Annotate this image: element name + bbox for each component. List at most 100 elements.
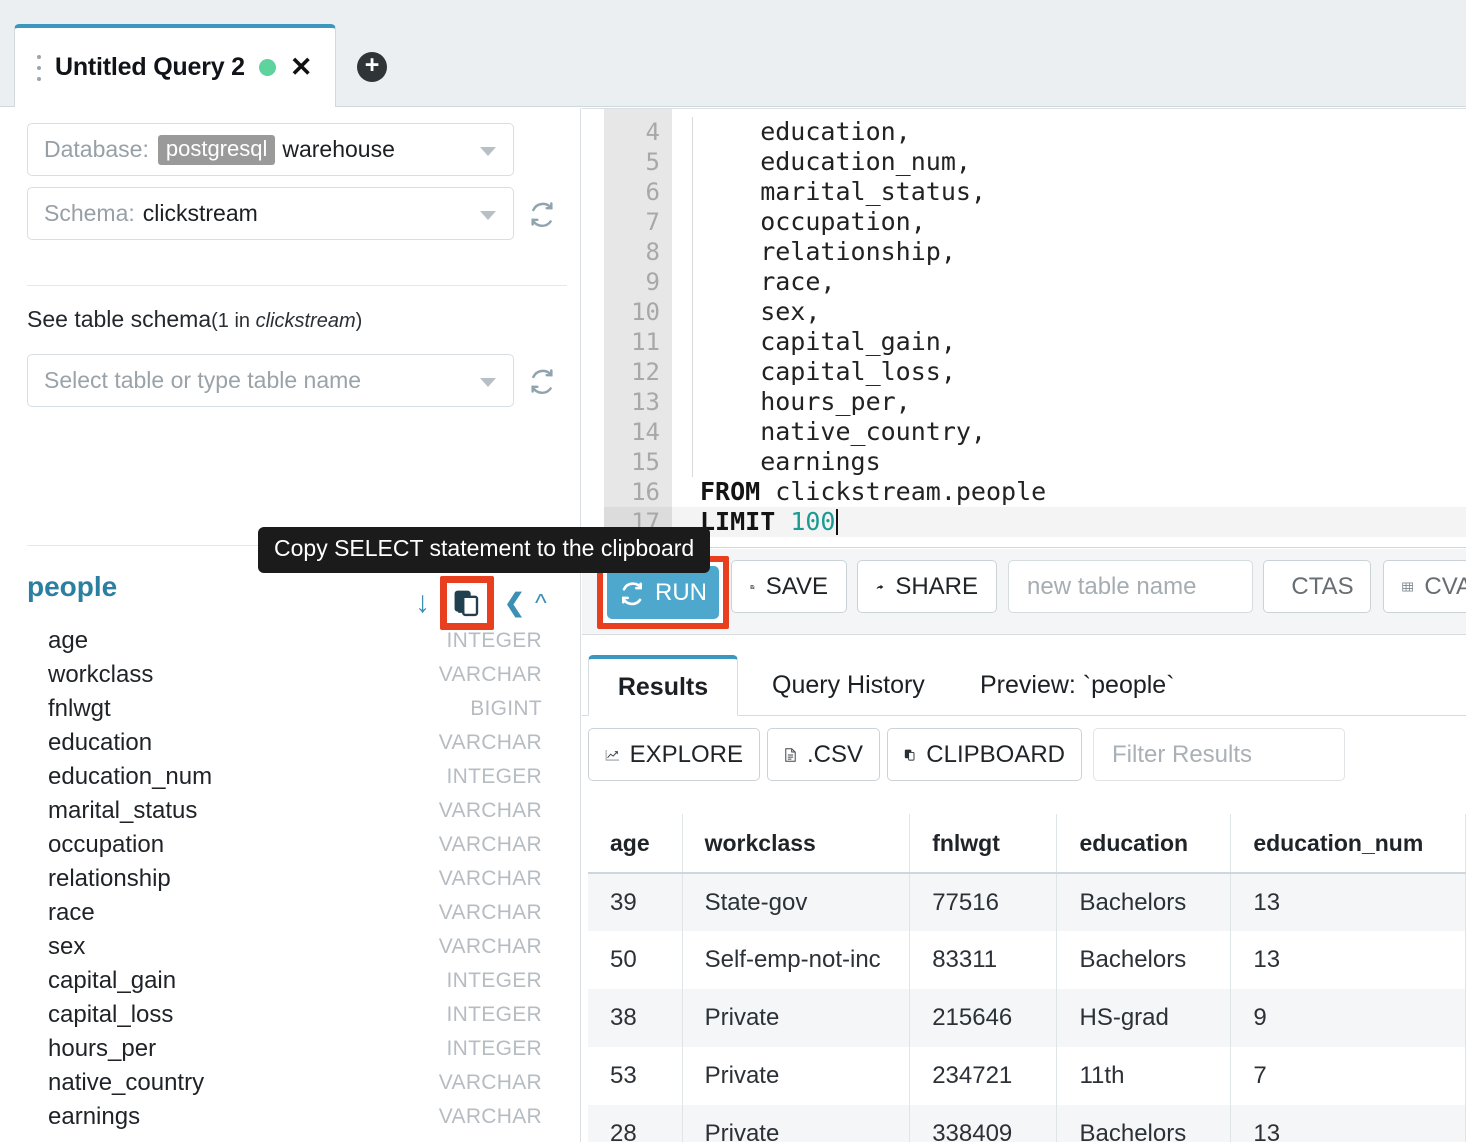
- see-table-schema-label: See table schema(1 in clickstream): [27, 306, 362, 333]
- editor-line[interactable]: 6 marital_status,: [604, 177, 1466, 207]
- filter-results-input[interactable]: Filter Results: [1093, 728, 1345, 781]
- column-header[interactable]: education_num: [1231, 814, 1466, 873]
- table-cell: Bachelors: [1057, 931, 1231, 989]
- column-row[interactable]: sexVARCHAR: [0, 930, 581, 964]
- filter-results-placeholder: Filter Results: [1112, 741, 1252, 769]
- sql-keyword: FROM: [700, 477, 760, 506]
- editor-line[interactable]: 12 capital_loss,: [604, 357, 1466, 387]
- share-button[interactable]: SHARE: [857, 560, 997, 613]
- tab-preview-people[interactable]: Preview: `people`: [960, 655, 1195, 716]
- line-number: 13: [604, 387, 672, 417]
- column-name: capital_gain: [48, 967, 176, 995]
- indent-guide: [692, 327, 693, 357]
- editor-lines[interactable]: 4 education,5 education_num,6 marital_st…: [604, 117, 1466, 537]
- table-row[interactable]: 53Private23472111th7: [588, 1047, 1466, 1105]
- clipboard-copy-button[interactable]: CLIPBOARD: [887, 728, 1082, 781]
- explore-button[interactable]: EXPLORE: [588, 728, 760, 781]
- column-type: BIGINT: [470, 697, 542, 721]
- table-row[interactable]: 38Private215646HS-grad9: [588, 989, 1466, 1047]
- close-icon[interactable]: ✕: [290, 54, 313, 81]
- column-row[interactable]: education_numINTEGER: [0, 760, 581, 794]
- column-header[interactable]: workclass: [682, 814, 910, 873]
- ctas-button[interactable]: CTAS: [1263, 560, 1371, 613]
- column-row[interactable]: ageINTEGER: [0, 624, 581, 658]
- new-table-name-input[interactable]: new table name: [1008, 560, 1253, 613]
- table-row[interactable]: 28Private338409Bachelors13: [588, 1105, 1466, 1142]
- table-header-row: ageworkclassfnlwgteducationeducation_num: [588, 814, 1466, 873]
- drag-handle-icon[interactable]: [37, 55, 43, 81]
- column-row[interactable]: marital_status VARCHAR: [0, 794, 581, 828]
- table-actions: ↓ ❮ ^: [415, 576, 547, 630]
- column-header[interactable]: age: [588, 814, 682, 873]
- results-toolbar: EXPLORE .CSV CLIPBOARD Filter Results: [582, 728, 1466, 786]
- editor-line[interactable]: 13 hours_per,: [604, 387, 1466, 417]
- column-type: VARCHAR: [439, 663, 542, 687]
- editor-line[interactable]: 8 relationship,: [604, 237, 1466, 267]
- editor-line[interactable]: 10 sex,: [604, 297, 1466, 327]
- tab-results[interactable]: Results: [588, 655, 738, 716]
- column-type: VARCHAR: [439, 731, 542, 755]
- column-row[interactable]: educationVARCHAR: [0, 726, 581, 760]
- see-table-schema-text: See table schema: [27, 306, 211, 332]
- chevron-left-icon[interactable]: ❮: [504, 591, 525, 616]
- line-code: occupation,: [700, 207, 926, 237]
- run-button-label: RUN: [655, 579, 707, 607]
- column-header[interactable]: fnlwgt: [910, 814, 1057, 873]
- results-grid[interactable]: ageworkclassfnlwgteducationeducation_num…: [588, 814, 1466, 1142]
- column-type: INTEGER: [447, 1037, 542, 1061]
- column-row[interactable]: capital_gainINTEGER: [0, 964, 581, 998]
- indent-guide: [692, 147, 693, 177]
- sql-editor[interactable]: 4 education,5 education_num,6 marital_st…: [582, 108, 1466, 548]
- editor-line[interactable]: 5 education_num,: [604, 147, 1466, 177]
- line-code: LIMIT 100: [700, 507, 838, 537]
- column-row[interactable]: relationshipVARCHAR: [0, 862, 581, 896]
- column-type: VARCHAR: [439, 799, 542, 823]
- column-name: age: [48, 627, 88, 655]
- refresh-schema-icon[interactable]: [528, 200, 556, 228]
- column-row[interactable]: capital_lossINTEGER: [0, 998, 581, 1032]
- column-row[interactable]: hours_perINTEGER: [0, 1032, 581, 1066]
- column-row[interactable]: workclassVARCHAR: [0, 658, 581, 692]
- arrow-down-icon[interactable]: ↓: [415, 588, 430, 618]
- database-select[interactable]: Database: postgresql warehouse: [27, 123, 514, 176]
- schema-count-suffix: ): [356, 310, 363, 332]
- editor-line[interactable]: 11 capital_gain,: [604, 327, 1466, 357]
- column-list: ageINTEGERworkclassVARCHARfnlwgtBIGINTed…: [0, 624, 581, 1134]
- csv-download-button[interactable]: .CSV: [767, 728, 880, 781]
- table-cell: 39: [588, 873, 682, 931]
- schema-select[interactable]: Schema: clickstream: [27, 187, 514, 240]
- editor-line[interactable]: 7 occupation,: [604, 207, 1466, 237]
- table-row[interactable]: 50Self-emp-not-inc83311Bachelors13: [588, 931, 1466, 989]
- refresh-tables-icon[interactable]: [528, 367, 556, 395]
- table-name-link[interactable]: people: [27, 571, 117, 603]
- column-row[interactable]: occupationVARCHAR: [0, 828, 581, 862]
- new-table-name-placeholder: new table name: [1027, 573, 1196, 601]
- column-name: marital_status: [48, 797, 197, 825]
- column-row[interactable]: earningsVARCHAR: [0, 1100, 581, 1134]
- cvas-button-label: CVA: [1424, 573, 1466, 601]
- tab-query-history[interactable]: Query History: [752, 655, 945, 716]
- table-icon: [1402, 576, 1413, 598]
- query-tab[interactable]: Untitled Query 2 ✕: [14, 24, 336, 107]
- column-header[interactable]: education: [1057, 814, 1231, 873]
- results-table: ageworkclassfnlwgteducationeducation_num…: [588, 814, 1466, 1142]
- copy-select-button[interactable]: [447, 583, 487, 623]
- save-button[interactable]: SAVE: [731, 560, 847, 613]
- column-row[interactable]: native_countryVARCHAR: [0, 1066, 581, 1100]
- line-code: relationship,: [700, 237, 956, 267]
- line-number: 5: [604, 147, 672, 177]
- editor-line[interactable]: 16FROM clickstream.people: [604, 477, 1466, 507]
- editor-line[interactable]: 17LIMIT 100: [604, 507, 1466, 537]
- column-row[interactable]: fnlwgtBIGINT: [0, 692, 581, 726]
- table-select[interactable]: Select table or type table name: [27, 354, 514, 407]
- chevron-up-icon[interactable]: ^: [535, 591, 547, 616]
- add-tab-icon[interactable]: +: [357, 52, 387, 82]
- run-button[interactable]: RUN: [607, 566, 719, 619]
- editor-line[interactable]: 9 race,: [604, 267, 1466, 297]
- editor-line[interactable]: 14 native_country,: [604, 417, 1466, 447]
- cvas-button[interactable]: CVA: [1383, 560, 1466, 613]
- column-row[interactable]: raceVARCHAR: [0, 896, 581, 930]
- table-row[interactable]: 39State-gov77516Bachelors13: [588, 873, 1466, 931]
- editor-line[interactable]: 15 earnings: [604, 447, 1466, 477]
- editor-line[interactable]: 4 education,: [604, 117, 1466, 147]
